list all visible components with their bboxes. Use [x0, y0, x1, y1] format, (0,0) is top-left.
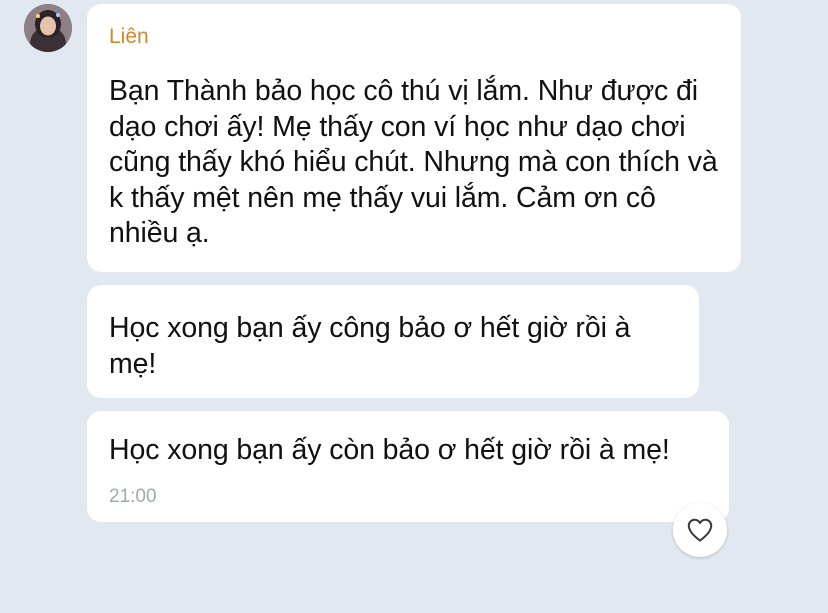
message-text: Học xong bạn ấy còn bảo ơ hết giờ rồi à …: [109, 434, 670, 466]
sender-name[interactable]: Liên: [109, 24, 149, 50]
heart-outline-icon: [687, 518, 713, 542]
message-timestamp: 21:00: [109, 486, 157, 507]
avatar-image: [24, 4, 72, 52]
message-bubble[interactable]: Học xong bạn ấy còn bảo ơ hết giờ rồi à …: [87, 411, 729, 522]
message-text: Học xong bạn ấy công bảo ơ hết giờ rồi à…: [109, 312, 631, 380]
message-bubble[interactable]: Học xong bạn ấy công bảo ơ hết giờ rồi à…: [87, 285, 699, 398]
avatar[interactable]: [24, 4, 72, 52]
reaction-button[interactable]: [673, 503, 727, 557]
message-text: Bạn Thành bảo học cô thú vị lắm. Như đượ…: [109, 75, 718, 249]
message-bubble[interactable]: Liên Bạn Thành bảo học cô thú vị lắm. Nh…: [87, 4, 741, 272]
